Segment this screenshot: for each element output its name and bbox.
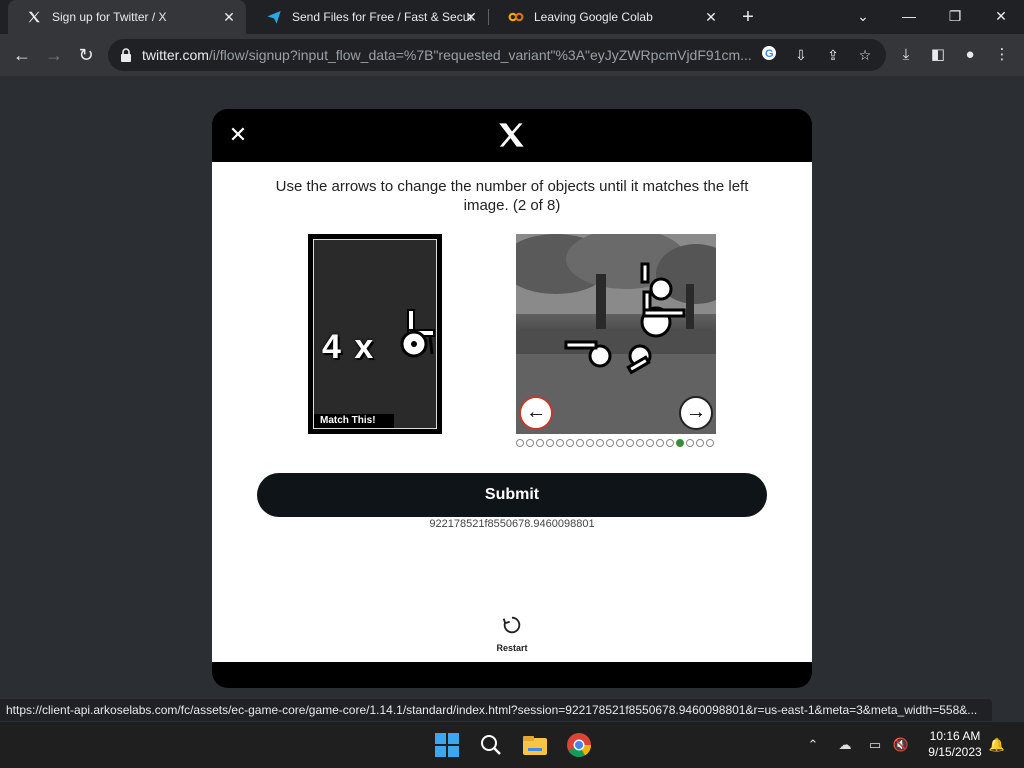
pagination-dot — [526, 439, 534, 447]
pagination-dot — [516, 439, 524, 447]
tab-title: Send Files for Free / Fast & Secure — [292, 10, 472, 24]
colab-icon — [508, 9, 524, 25]
lock-icon — [120, 47, 132, 63]
x-logo-icon — [26, 9, 42, 25]
pagination-dot — [676, 439, 684, 447]
captcha-instruction: Use the arrows to change the number of o… — [275, 178, 749, 214]
pagination-dot — [696, 439, 704, 447]
signup-modal: ✕ Use the arrows to change the number of… — [212, 109, 812, 688]
network-icon[interactable]: ▭ — [866, 736, 884, 754]
reload-button[interactable]: ↻ — [73, 42, 99, 68]
pagination-dot — [546, 439, 554, 447]
link-status-bar: https://client-api.arkoselabs.com/fc/ass… — [0, 699, 992, 721]
tab-title: Leaving Google Colab — [534, 10, 653, 24]
pagination-dot — [656, 439, 664, 447]
tab-colab[interactable]: Leaving Google Colab ✕ — [490, 0, 728, 34]
answer-image: ← → — [516, 234, 716, 434]
session-id-text: 922178521f8550678.9460098801 — [429, 518, 595, 530]
image-position-dots — [516, 439, 716, 449]
clock-time: 10:16 AM — [929, 729, 981, 743]
pagination-dot — [586, 439, 594, 447]
onedrive-icon[interactable]: ☁ — [836, 736, 854, 754]
restart-button[interactable]: Restart — [488, 614, 536, 653]
pagination-dot — [536, 439, 544, 447]
system-clock[interactable]: 10:16 AM 9/15/2023 — [920, 728, 990, 760]
search-icon[interactable] — [476, 730, 506, 760]
pagination-dot — [556, 439, 564, 447]
modal-header: ✕ — [212, 109, 812, 162]
close-window-button[interactable]: ✕ — [989, 4, 1013, 28]
match-this-label: Match This! — [314, 414, 394, 428]
pagination-dot — [596, 439, 604, 447]
new-tab-button[interactable]: + — [737, 6, 759, 28]
pagination-dot — [626, 439, 634, 447]
submit-button[interactable]: Submit — [257, 473, 767, 517]
url-text: twitter.com/i/flow/signup?input_flow_dat… — [142, 47, 752, 63]
forward-button[interactable]: → — [41, 42, 67, 68]
install-app-icon[interactable]: ⇩ — [791, 45, 811, 65]
paper-plane-icon — [266, 9, 282, 25]
wheelchair-icon — [400, 309, 435, 358]
close-icon[interactable]: ✕ — [228, 124, 248, 146]
notification-bell-icon[interactable]: 🔔 — [988, 736, 1006, 754]
bookmark-star-icon[interactable]: ☆ — [855, 45, 875, 65]
share-icon[interactable]: ⇪ — [823, 45, 843, 65]
svg-text:G: G — [765, 48, 774, 60]
pagination-dot — [576, 439, 584, 447]
download-icon[interactable]: ⤓ — [895, 44, 917, 66]
tab-divider — [488, 9, 489, 25]
pagination-dot — [566, 439, 574, 447]
pagination-dot — [646, 439, 654, 447]
taskbar: ⌃ ☁ ▭ 🔇 10:16 AM 9/15/2023 🔔 — [0, 722, 1024, 768]
restore-button[interactable]: ❐ — [943, 4, 967, 28]
x-logo-icon — [498, 122, 526, 148]
pagination-dot — [706, 439, 714, 447]
profile-icon[interactable]: ● — [959, 44, 981, 66]
address-bar[interactable]: twitter.com/i/flow/signup?input_flow_dat… — [108, 39, 886, 71]
google-icon[interactable]: G — [759, 45, 779, 65]
reference-image: 4 x Match This! — [308, 234, 442, 434]
close-tab-icon[interactable]: ✕ — [220, 8, 238, 26]
minimize-button[interactable]: — — [897, 4, 921, 28]
back-button[interactable]: ← — [9, 42, 35, 68]
decrease-arrow-button[interactable]: ← — [519, 396, 553, 430]
tab-send-files[interactable]: Send Files for Free / Fast & Secure ✕ — [248, 0, 488, 34]
restart-label: Restart — [496, 643, 528, 653]
pagination-dot — [636, 439, 644, 447]
menu-kebab-icon[interactable]: ⋮ — [991, 44, 1013, 66]
captcha-body: Use the arrows to change the number of o… — [212, 162, 812, 662]
reference-panel: 4 x Match This! — [313, 239, 437, 429]
side-panel-icon[interactable]: ◧ — [927, 44, 949, 66]
tab-title: Sign up for Twitter / X — [52, 10, 167, 24]
tab-twitter-signup[interactable]: Sign up for Twitter / X ✕ — [8, 0, 246, 34]
close-tab-icon[interactable]: ✕ — [462, 8, 480, 26]
windows-start-icon[interactable] — [432, 730, 462, 760]
tray-overflow-chevron-icon[interactable]: ⌃ — [804, 736, 822, 754]
pagination-dot — [686, 439, 694, 447]
file-explorer-icon[interactable] — [520, 730, 550, 760]
pagination-dot — [666, 439, 674, 447]
tab-strip: Sign up for Twitter / X ✕ Send Files for… — [0, 0, 1024, 34]
close-tab-icon[interactable]: ✕ — [702, 8, 720, 26]
chrome-icon[interactable] — [564, 730, 594, 760]
pagination-dot — [616, 439, 624, 447]
increase-arrow-button[interactable]: → — [679, 396, 713, 430]
reference-count-text: 4 x — [322, 328, 376, 366]
pagination-dot — [606, 439, 614, 447]
restart-icon — [502, 616, 521, 634]
browser-toolbar: ← → ↻ twitter.com/i/flow/signup?input_fl… — [0, 34, 1024, 76]
clock-date: 9/15/2023 — [928, 745, 982, 759]
volume-muted-icon[interactable]: 🔇 — [892, 736, 910, 754]
tab-search-icon[interactable]: ⌄ — [851, 4, 875, 28]
